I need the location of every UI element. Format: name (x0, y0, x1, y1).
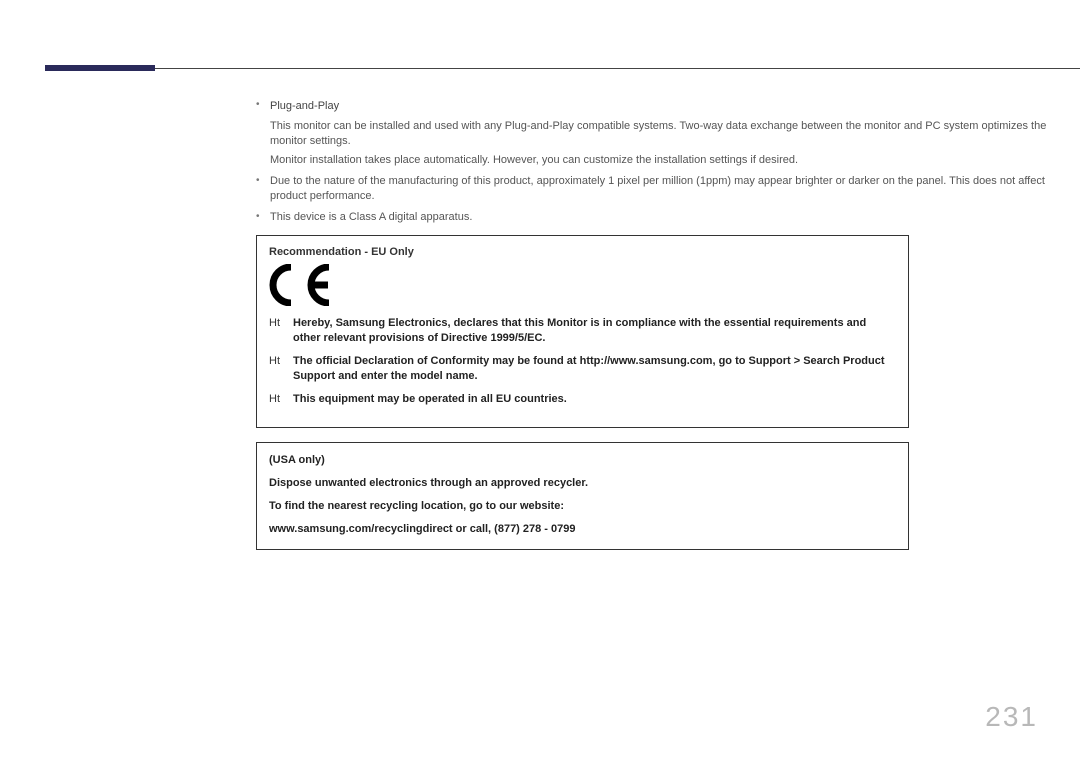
header-rule (45, 68, 1080, 69)
list-text: This equipment may be operated in all EU… (293, 392, 896, 407)
list-item: Plug-and-Play This monitor can be instal… (256, 98, 1080, 168)
list-item: Ht This equipment may be operated in all… (269, 392, 896, 407)
usa-box-line: Dispose unwanted electronics through an … (269, 476, 896, 491)
list-item: Ht Hereby, Samsung Electronics, declares… (269, 316, 896, 346)
list-text: The official Declaration of Conformity m… (293, 354, 896, 384)
list-marker: Ht (269, 354, 293, 384)
bullet-title: Plug-and-Play (270, 98, 1080, 115)
bullet-paragraph: Monitor installation takes place automat… (270, 153, 1080, 168)
eu-box-title: Recommendation - EU Only (269, 246, 896, 258)
usa-recycling-box: (USA only) Dispose unwanted electronics … (256, 442, 909, 550)
list-item: Ht The official Declaration of Conformit… (269, 354, 896, 384)
usa-box-line: www.samsung.com/recyclingdirect or call,… (269, 522, 896, 537)
page-number: 231 (985, 701, 1038, 733)
list-text: Hereby, Samsung Electronics, declares th… (293, 316, 896, 346)
ce-mark-icon (269, 264, 896, 306)
bullet-paragraph: This monitor can be installed and used w… (270, 119, 1080, 149)
bullet-paragraph: This device is a Class A digital apparat… (270, 210, 1080, 225)
eu-statement-list: Ht Hereby, Samsung Electronics, declares… (269, 316, 896, 407)
usa-box-line: To find the nearest recycling location, … (269, 499, 896, 514)
header-accent-bar (45, 65, 155, 71)
list-item: This device is a Class A digital apparat… (256, 210, 1080, 225)
bullet-paragraph: Due to the nature of the manufacturing o… (270, 174, 1080, 204)
list-item: Due to the nature of the manufacturing o… (256, 174, 1080, 204)
bullet-list: Plug-and-Play This monitor can be instal… (256, 98, 1080, 225)
page-content: Plug-and-Play This monitor can be instal… (256, 98, 1080, 550)
usa-box-line: (USA only) (269, 453, 896, 468)
list-marker: Ht (269, 316, 293, 346)
list-marker: Ht (269, 392, 293, 407)
eu-recommendation-box: Recommendation - EU Only Ht Hereby, Sams… (256, 235, 909, 428)
